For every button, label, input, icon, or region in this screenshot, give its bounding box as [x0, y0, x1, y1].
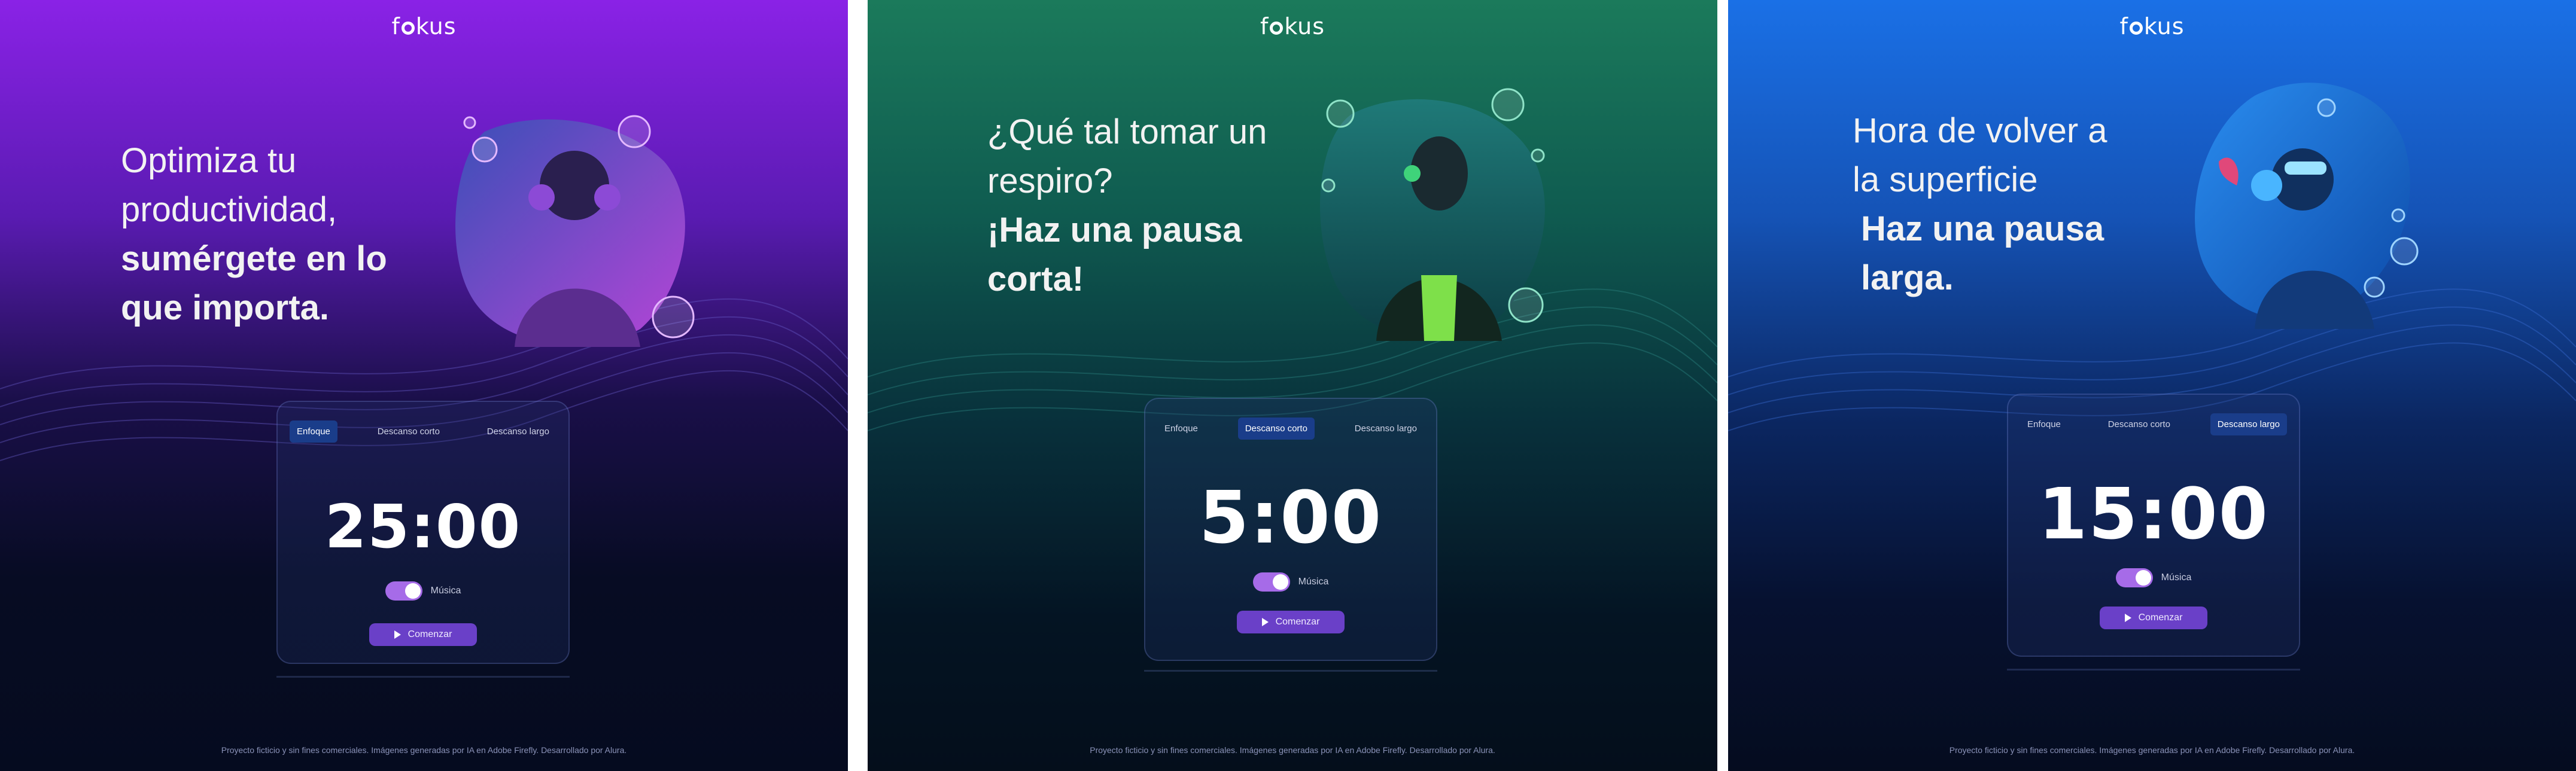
toggle-knob [405, 583, 421, 599]
tab-descanso-corto[interactable]: Descanso corto [370, 420, 447, 443]
fokus-logo: f kus [1260, 13, 1325, 39]
music-toggle[interactable] [1252, 572, 1290, 592]
start-button[interactable]: Comenzar [1237, 611, 1345, 633]
fokus-logo: ffokuskus [391, 13, 457, 39]
start-button-label: Comenzar [407, 629, 452, 639]
tab-descanso-corto[interactable]: Descanso corto [2101, 413, 2177, 435]
headline-bold: sumérgete en lo que importa. [121, 239, 387, 327]
focus-screen: ffokuskus Optimiza tu productividad, sum… [0, 0, 848, 771]
mode-tabs: Enfoque Descanso corto Descanso largo [290, 418, 556, 445]
headline-light: ¿Qué tal tomar un respiro? [987, 112, 1267, 200]
progress-divider [1144, 670, 1437, 672]
play-icon [394, 630, 401, 639]
mode-tabs: Enfoque Descanso corto Descanso largo [2020, 410, 2287, 438]
play-icon [1261, 618, 1269, 626]
music-toggle-row: Música [2008, 568, 2299, 587]
tab-enfoque[interactable]: Enfoque [2020, 413, 2068, 435]
music-toggle[interactable] [2115, 568, 2153, 587]
headline-light: Hora de volver a la superficie [1853, 111, 2107, 199]
diver-illustration [1320, 88, 1545, 341]
timer-card: Enfoque Descanso corto Descanso largo 25… [276, 401, 570, 664]
timer-display: 5:00 [1199, 477, 1383, 560]
footer-credits: Proyecto ficticio y sin fines comerciale… [1090, 745, 1495, 755]
music-toggle-row: Música [278, 581, 568, 601]
headline-bold: ¡Haz una pausa corta! [987, 211, 1242, 298]
short-break-screen: f kus ¿Qué tal tomar un respiro? ¡Haz una… [868, 0, 1717, 771]
headline: ¿Qué tal tomar un respiro? ¡Haz una paus… [987, 108, 1298, 304]
tab-descanso-largo[interactable]: Descanso largo [480, 420, 556, 443]
diver-illustration [455, 115, 695, 347]
start-button[interactable]: Comenzar [2100, 607, 2207, 629]
play-icon [2124, 614, 2131, 622]
headline: Optimiza tu productividad, sumérgete en … [121, 136, 432, 333]
tab-descanso-largo[interactable]: Descanso largo [2210, 413, 2287, 435]
diver-illustration [2195, 83, 2419, 329]
footer-credits: Proyecto ficticio y sin fines comerciale… [1949, 745, 2355, 755]
timer-card: Enfoque Descanso corto Descanso largo 15… [2007, 394, 2300, 657]
footer-credits: Proyecto ficticio y sin fines comerciale… [221, 745, 627, 755]
music-label: Música [1298, 577, 1329, 587]
tab-enfoque[interactable]: Enfoque [1157, 418, 1205, 440]
start-button-label: Comenzar [2138, 612, 2183, 623]
music-label: Música [2161, 572, 2192, 583]
timer-display: 15:00 [2038, 473, 2269, 555]
music-label: Música [430, 586, 461, 596]
mode-tabs: Enfoque Descanso corto Descanso largo [1157, 415, 1424, 442]
fokus-logo: f kus [2119, 13, 2185, 39]
tab-enfoque[interactable]: Enfoque [290, 420, 337, 443]
music-toggle[interactable] [385, 581, 422, 601]
toggle-knob [1272, 574, 1288, 590]
progress-divider [2007, 669, 2300, 671]
toggle-knob [2135, 570, 2151, 586]
headline-bold: Haz una pausa larga. [1861, 209, 2104, 297]
timer-card: Enfoque Descanso corto Descanso largo 5:… [1144, 398, 1437, 661]
timer-display: 25:00 [324, 492, 522, 562]
tab-descanso-largo[interactable]: Descanso largo [1348, 418, 1424, 440]
headline: Hora de volver a la superficie Haz una p… [1853, 106, 2140, 303]
headline-light: Optimiza tu productividad, [121, 141, 337, 229]
music-toggle-row: Música [1145, 572, 1436, 592]
tab-descanso-corto[interactable]: Descanso corto [1237, 417, 1315, 440]
start-button[interactable]: Comenzar [369, 623, 477, 646]
start-button-label: Comenzar [1275, 617, 1320, 627]
long-break-screen: f kus Hora de volver a la superficie Haz … [1728, 0, 2576, 771]
progress-divider [276, 676, 570, 678]
